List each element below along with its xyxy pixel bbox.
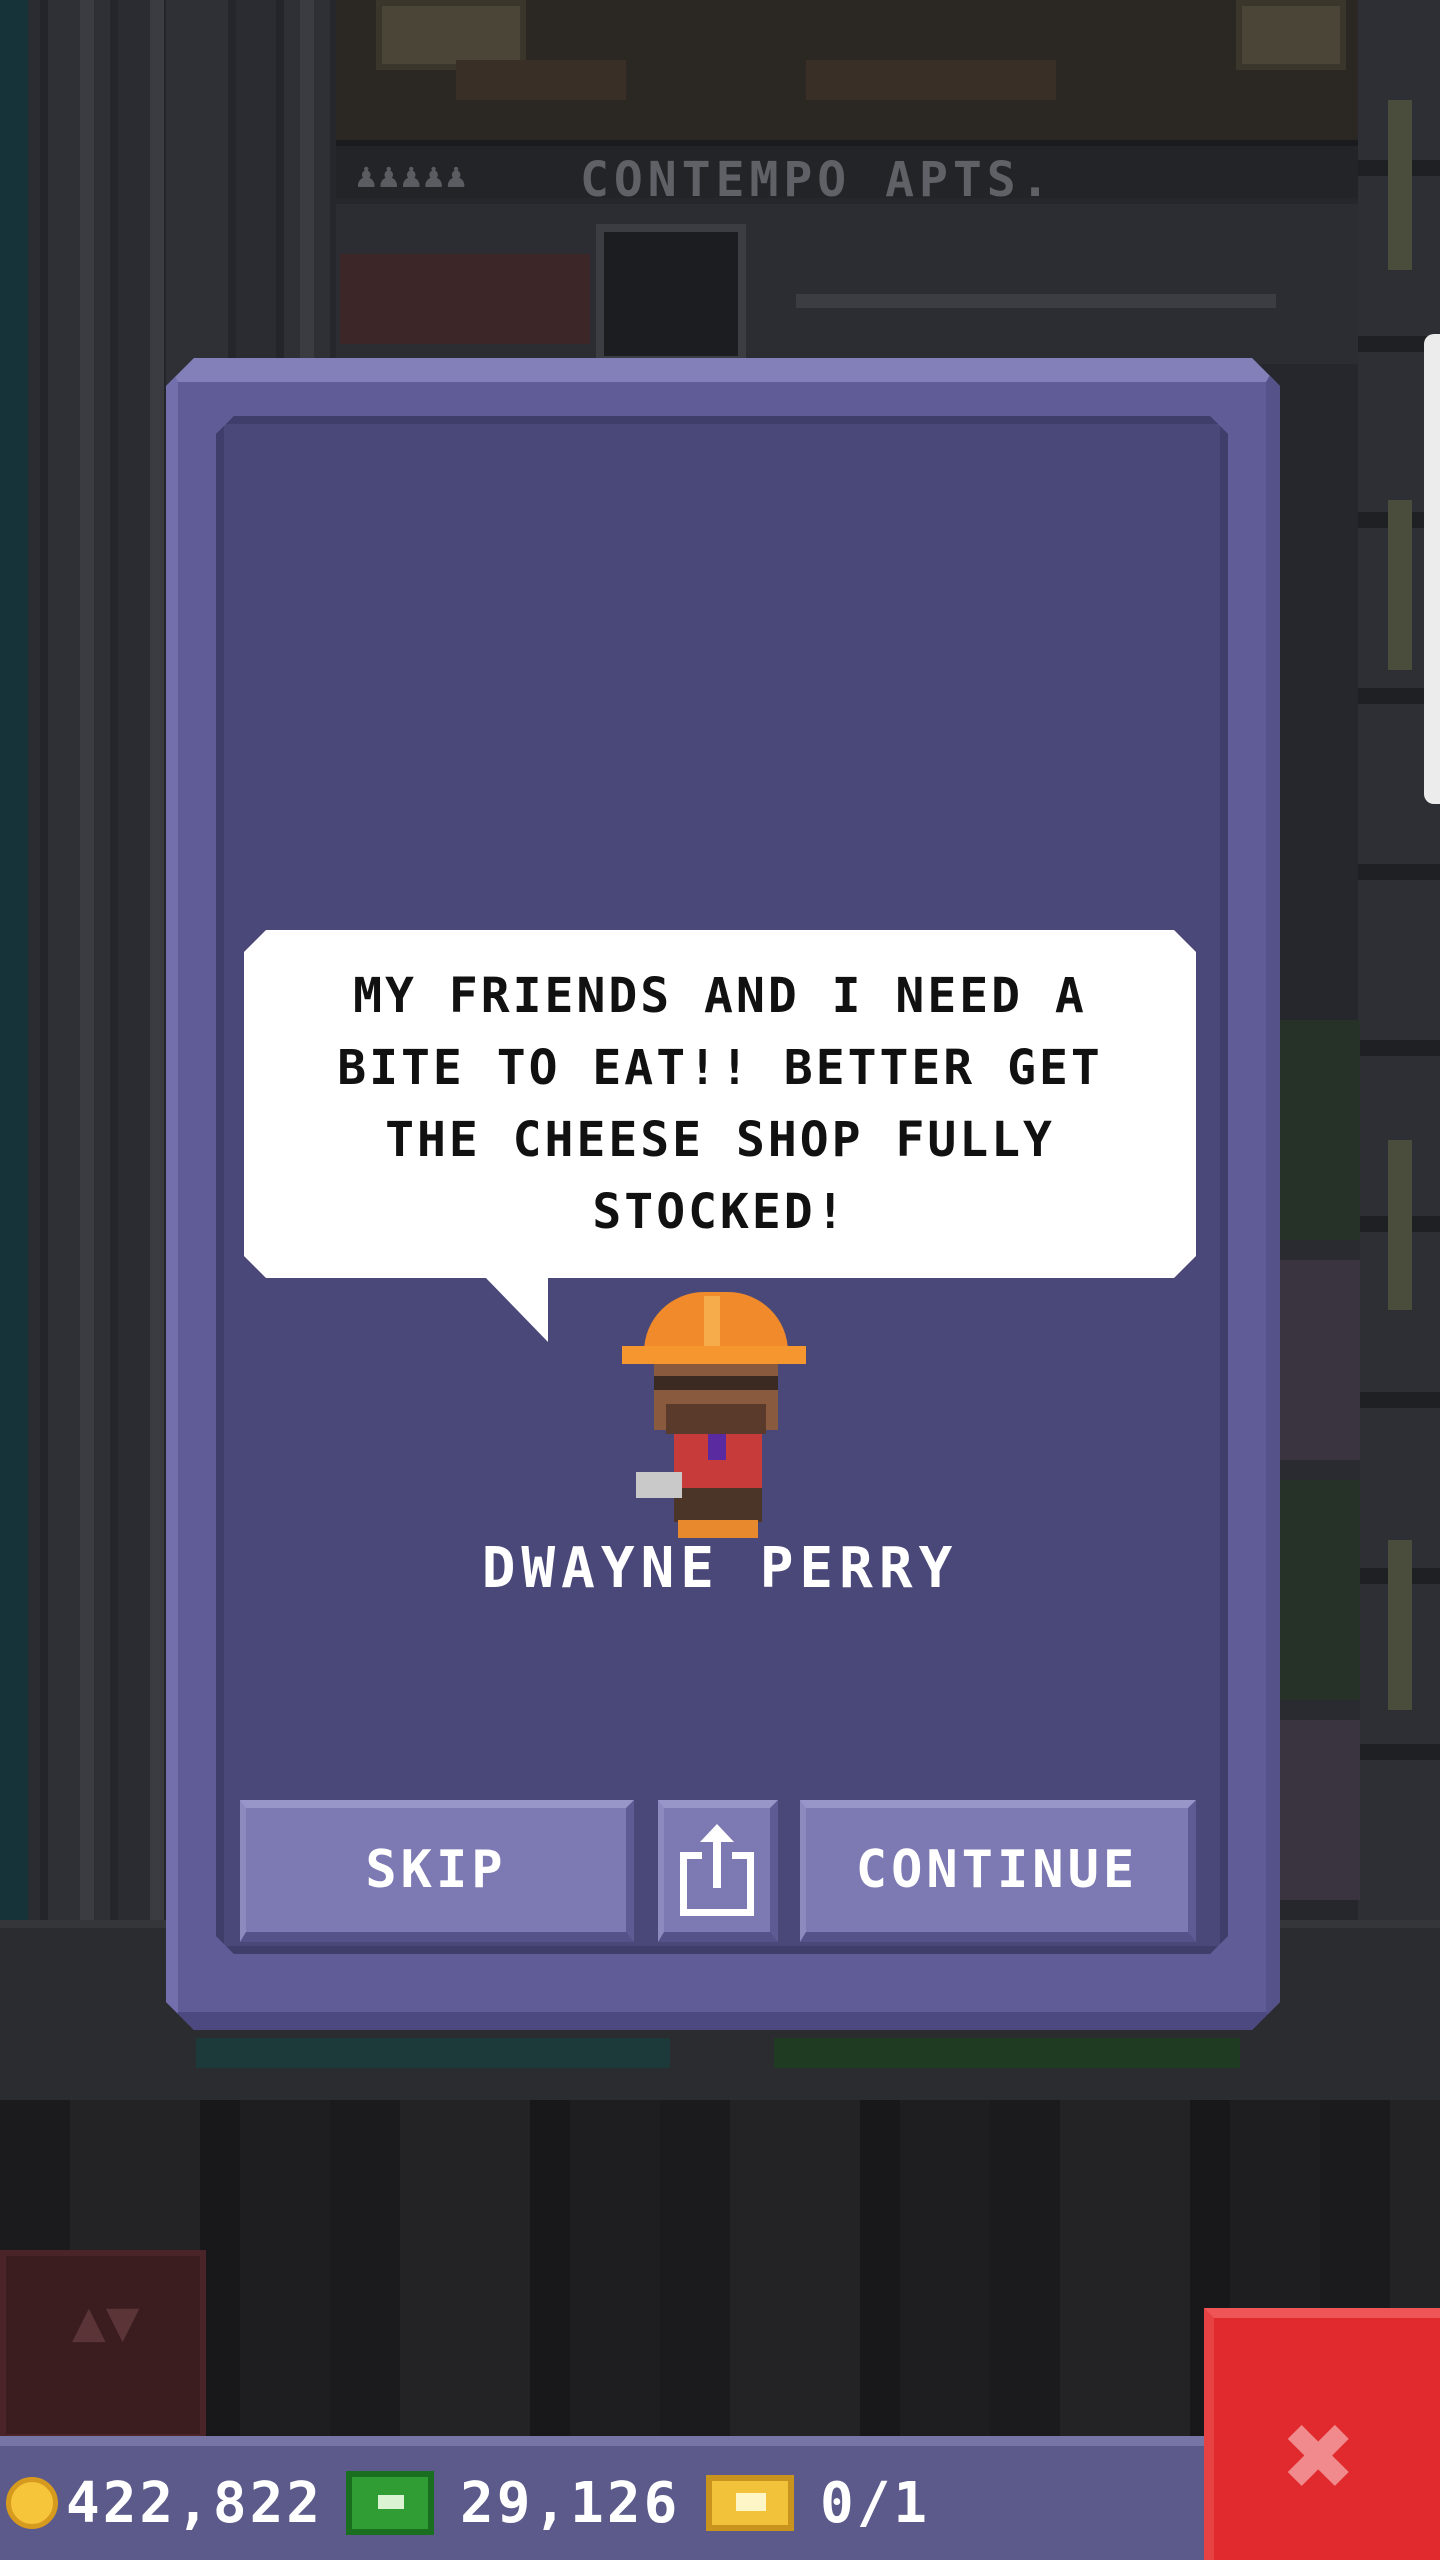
tower-right-edge bbox=[1358, 0, 1440, 1920]
character-sprite bbox=[622, 1292, 806, 1538]
share-button[interactable] bbox=[658, 1800, 778, 1942]
floor-strip bbox=[1270, 1020, 1360, 1900]
tickets-counter[interactable]: 0/1 bbox=[706, 2468, 930, 2538]
wrench-icon bbox=[636, 1472, 682, 1498]
bux-counter[interactable]: 29,126 bbox=[346, 2468, 680, 2538]
share-icon bbox=[680, 1824, 754, 1916]
close-button[interactable]: ✖ bbox=[1204, 2308, 1440, 2560]
coin-icon bbox=[6, 2477, 58, 2529]
scrollbar[interactable] bbox=[1424, 334, 1440, 804]
residents-icon: ♟♟♟♟♟ bbox=[356, 156, 469, 196]
floor-apartment-interior bbox=[336, 0, 1358, 140]
character-name: DWAYNE PERRY bbox=[481, 1536, 959, 1601]
floor-sign: ♟♟♟♟♟ CONTEMPO APTS. bbox=[336, 140, 1358, 208]
coins-value: 422,822 bbox=[66, 2470, 324, 2536]
continue-button[interactable]: CONTINUE bbox=[800, 1800, 1196, 1942]
tickets-value: 0/1 bbox=[820, 2470, 931, 2536]
ticket-icon bbox=[706, 2475, 794, 2531]
speech-bubble: MY FRIENDS AND I NEED A BITE TO EAT!! BE… bbox=[244, 930, 1196, 1278]
coins-counter[interactable]: 422,822 bbox=[6, 2468, 323, 2538]
speech-text: MY FRIENDS AND I NEED A BITE TO EAT!! BE… bbox=[337, 968, 1103, 1240]
bux-value: 29,126 bbox=[460, 2470, 681, 2536]
floor-name: CONTEMPO APTS. bbox=[580, 152, 1055, 208]
close-icon: ✖ bbox=[1284, 2387, 1357, 2526]
elevator-button[interactable]: ▲▼ bbox=[0, 2250, 206, 2440]
floor-interior bbox=[336, 204, 1358, 364]
bux-icon bbox=[346, 2471, 434, 2535]
skip-button[interactable]: SKIP bbox=[240, 1800, 634, 1942]
up-down-arrows-icon: ▲▼ bbox=[72, 2289, 140, 2354]
